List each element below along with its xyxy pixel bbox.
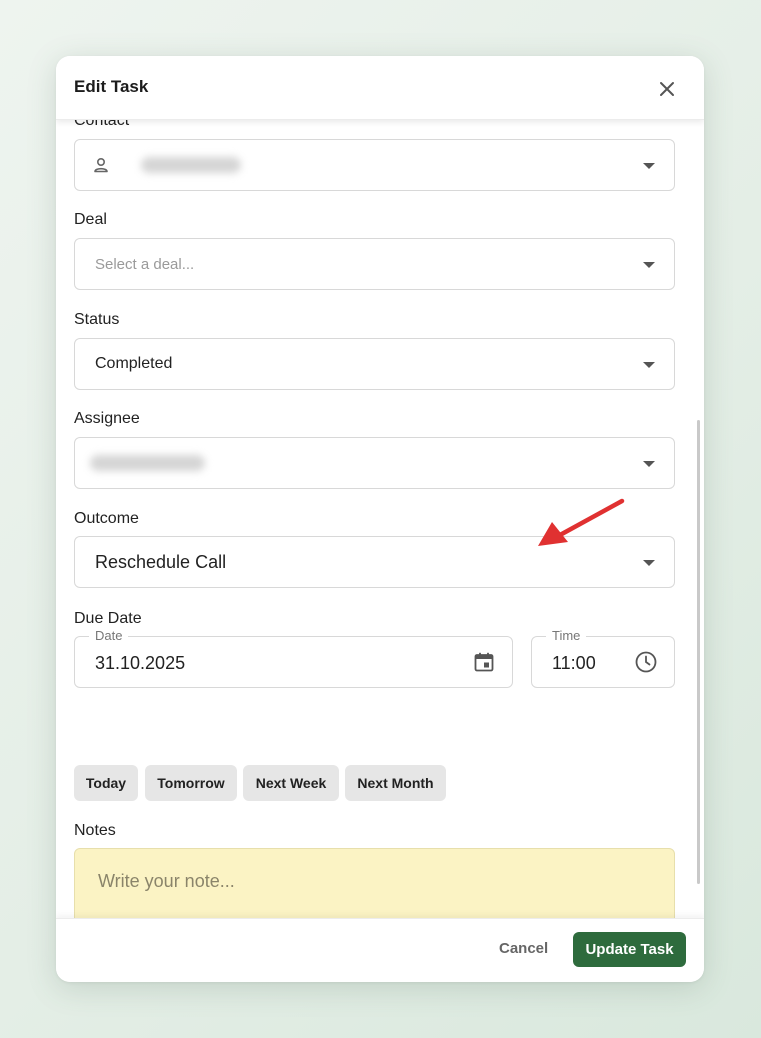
quick-date-tomorrow[interactable]: Tomorrow [145, 765, 237, 801]
quick-date-next-week[interactable]: Next Week [243, 765, 339, 801]
assignee-redacted-name [90, 455, 205, 471]
update-task-button[interactable]: Update Task [573, 932, 686, 967]
clock-icon[interactable] [634, 650, 658, 674]
date-input[interactable]: Date 31.10.2025 [74, 628, 513, 688]
calendar-icon[interactable] [472, 650, 496, 674]
modal-header: Edit Task [56, 56, 704, 120]
deal-placeholder: Select a deal... [95, 256, 195, 273]
scrollbar[interactable] [697, 420, 700, 884]
chevron-down-icon [643, 560, 655, 566]
time-input[interactable]: Time 11:00 [531, 628, 675, 688]
chevron-down-icon [643, 362, 655, 368]
assignee-select[interactable] [74, 437, 675, 489]
date-value: 31.10.2025 [95, 653, 186, 673]
time-value: 11:00 [552, 653, 596, 673]
modal-title: Edit Task [74, 77, 149, 96]
notes-label: Notes [74, 822, 116, 839]
chevron-down-icon [643, 163, 655, 169]
chevron-down-icon [643, 461, 655, 467]
close-icon [660, 82, 674, 96]
date-legend: Date [89, 628, 129, 643]
contact-label: Contact [74, 120, 130, 129]
modal-body[interactable]: Contact Deal Select a deal... Status Com… [56, 120, 704, 918]
due-date-label: Due Date [74, 610, 142, 627]
assignee-label: Assignee [74, 410, 140, 427]
contact-redacted-name [141, 157, 241, 173]
quick-date-today[interactable]: Today [74, 765, 138, 801]
notes-placeholder: Write your note... [98, 871, 235, 891]
status-value: Completed [95, 355, 173, 372]
deal-select[interactable]: Select a deal... [74, 238, 675, 290]
chevron-down-icon [643, 262, 655, 268]
outcome-select[interactable]: Reschedule Call [74, 536, 675, 588]
quick-date-next-month[interactable]: Next Month [345, 765, 446, 801]
person-icon [94, 157, 108, 173]
deal-label: Deal [74, 211, 107, 228]
close-button[interactable] [654, 76, 680, 102]
outcome-label: Outcome [74, 510, 139, 527]
status-label: Status [74, 311, 120, 328]
cancel-button[interactable]: Cancel [499, 940, 548, 957]
notes-editor[interactable]: Write your note... B I U ✎ ▭ ☰ ☰ T [74, 848, 675, 918]
status-select[interactable]: Completed [74, 338, 675, 390]
time-legend: Time [546, 628, 587, 643]
modal-footer: Cancel Update Task [56, 918, 704, 982]
outcome-value: Reschedule Call [95, 552, 227, 572]
contact-select[interactable] [74, 139, 675, 191]
edit-task-modal: Edit Task Contact Deal Select a deal... … [56, 56, 704, 982]
